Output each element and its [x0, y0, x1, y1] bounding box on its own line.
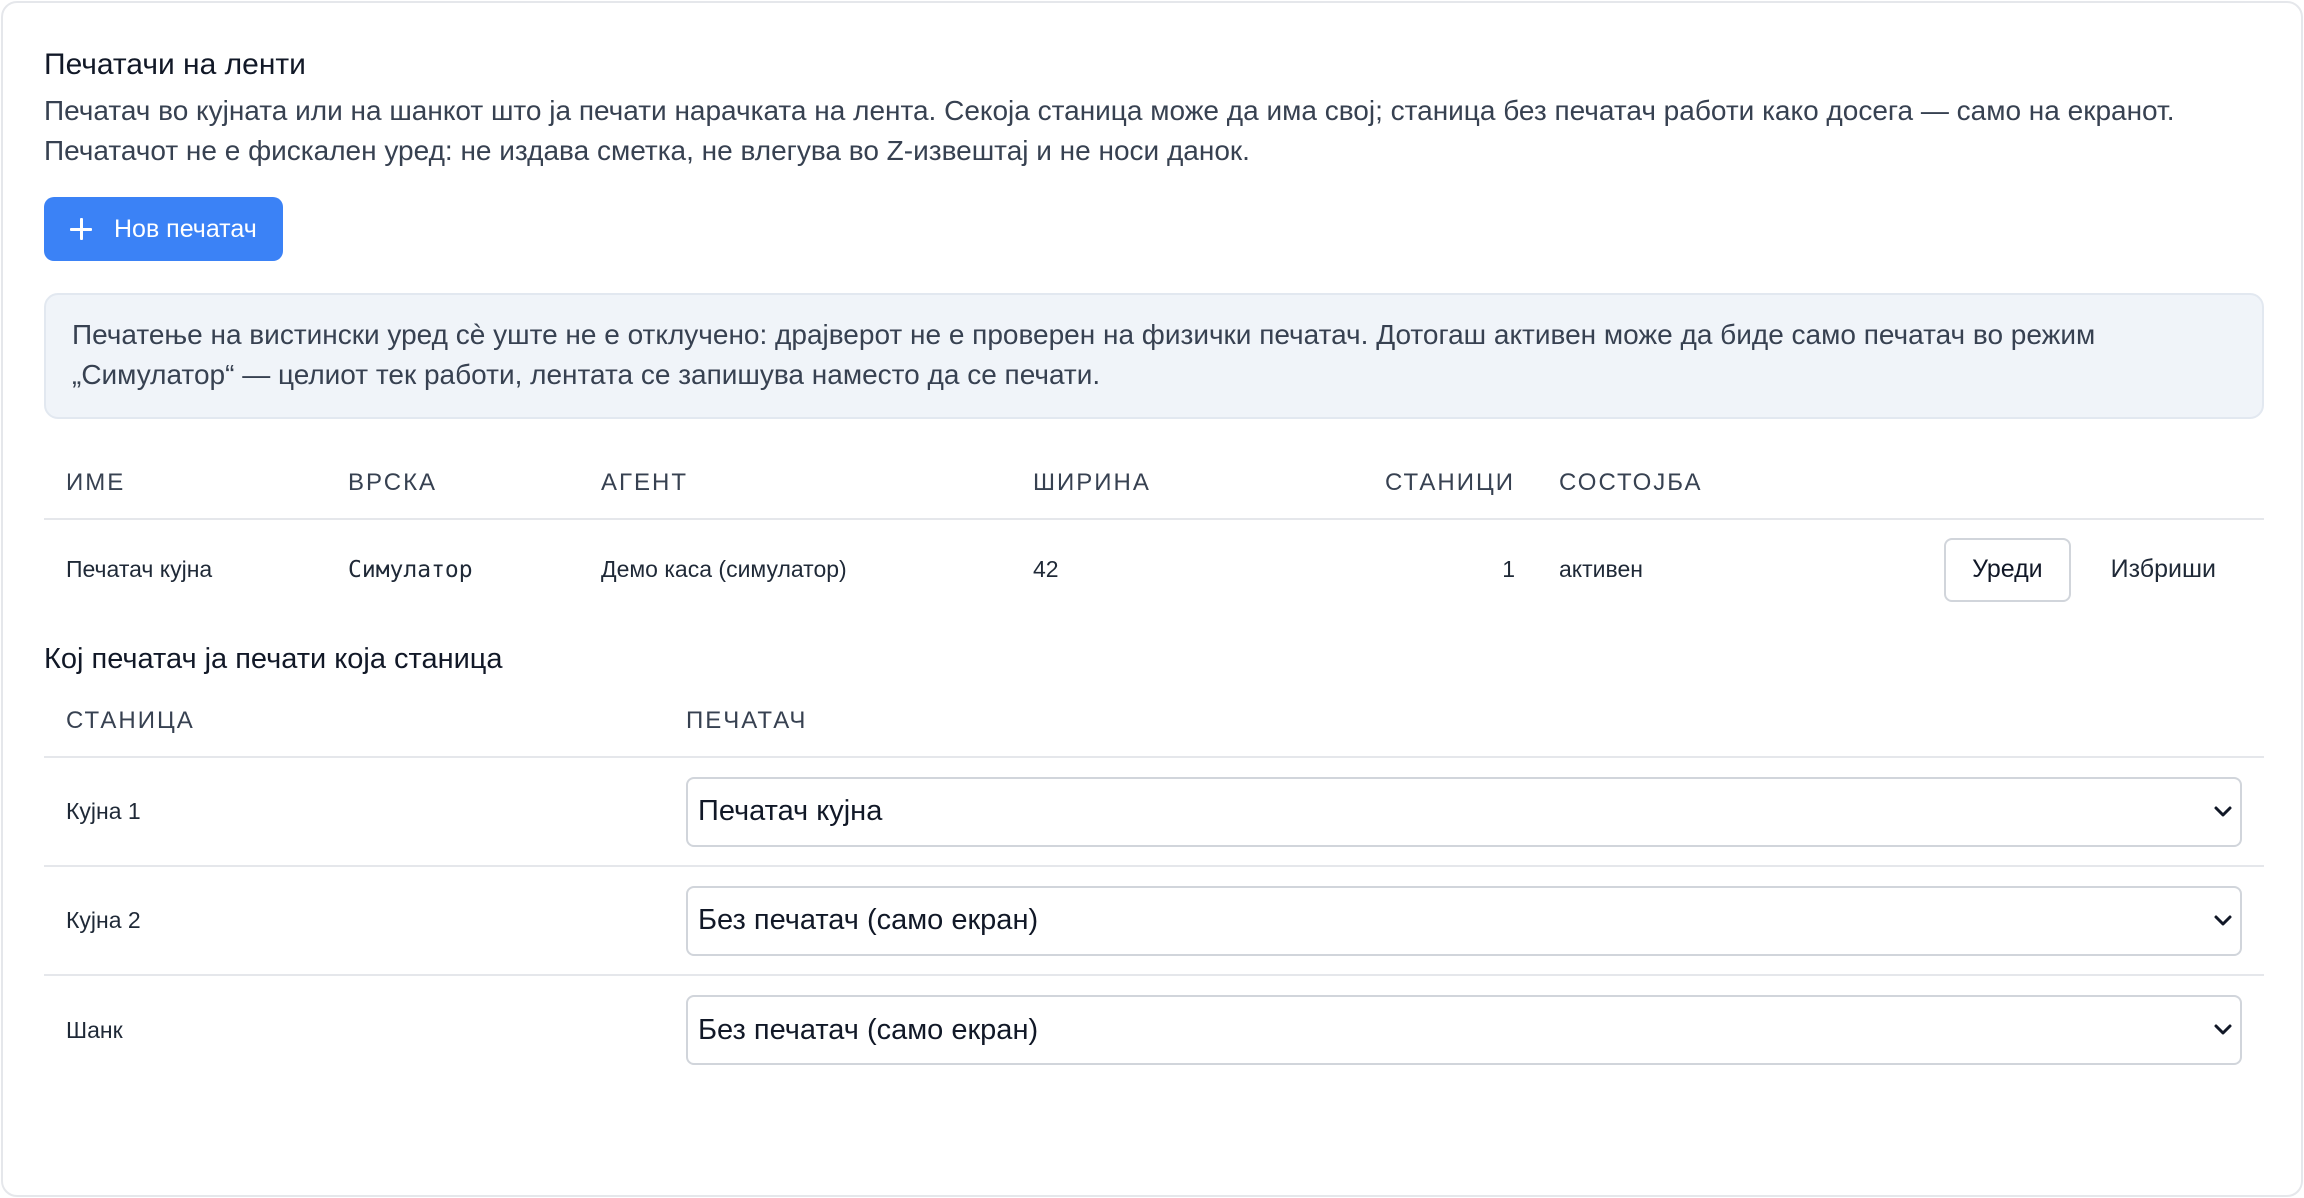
printer-status: активен: [1559, 556, 1643, 582]
table-row: Кујна 1 Печатач кујна: [44, 757, 2264, 867]
section-description: Печатач во кујната или на шанкот што ја …: [44, 91, 2264, 171]
printer-select-value: Печатач кујна: [686, 776, 2242, 847]
new-printer-label: Нов печатач: [114, 214, 257, 243]
new-printer-button[interactable]: Нов печатач: [44, 197, 283, 261]
station-name: Кујна 1: [44, 757, 664, 867]
col-printer: ПЕЧАТАЧ: [664, 685, 2264, 758]
printers-table-header: ИМЕ ВРСКА АГЕНТ ШИРИНА СТАНИЦИ СОСТОЈБА: [44, 447, 2264, 520]
col-station: СТАНИЦА: [44, 685, 664, 758]
plus-icon: [70, 218, 92, 240]
col-status: СОСТОЈБА: [1515, 447, 1705, 520]
printers-section: Печатачи на ленти Печатач во кујната или…: [44, 47, 2264, 1084]
printers-table: ИМЕ ВРСКА АГЕНТ ШИРИНА СТАНИЦИ СОСТОЈБА …: [44, 447, 2264, 619]
col-name: ИМЕ: [44, 447, 326, 520]
table-row: Шанк Без печатач (само екран): [44, 975, 2264, 1084]
printer-width: 42: [1033, 556, 1059, 582]
description-line-1: Печатач во кујната или на шанкот што ја …: [44, 95, 2175, 126]
section-title: Печатачи на ленти: [44, 48, 306, 81]
col-actions: [1705, 447, 2264, 520]
description-line-2: Печатачот не е фискален уред: не издава …: [44, 135, 1250, 166]
chevron-down-icon: [2214, 1024, 2232, 1035]
printer-select-value: Без печатач (само екран): [686, 995, 2242, 1065]
col-width: ШИРИНА: [1011, 447, 1249, 520]
station-name: Шанк: [66, 1016, 123, 1043]
printer-select-value: Без печатач (само екран): [686, 885, 2242, 956]
chevron-down-icon: [2214, 806, 2232, 816]
col-stations: СТАНИЦИ: [1249, 447, 1515, 520]
table-row: Кујна 2 Без печатач (само екран): [44, 866, 2264, 976]
table-row: Печатач кујна Симулатор Демо каса (симул…: [44, 519, 2264, 619]
printer-name: Печатач кујна: [66, 556, 213, 582]
mapping-title: Кој печатач ја печати која станица: [44, 643, 503, 675]
printer-select-shank[interactable]: Без печатач (само екран): [686, 995, 2242, 1065]
printers-card: Печатачи на ленти Печатач во кујната или…: [1, 1, 2303, 1197]
printer-select-kujna-1[interactable]: Печатач кујна: [686, 776, 2242, 847]
station-name: Кујна 2: [44, 866, 664, 976]
edit-button[interactable]: Уреди: [1944, 537, 2071, 602]
printer-stations: 1: [1502, 556, 1515, 582]
printer-select-kujna-2[interactable]: Без печатач (само екран): [686, 885, 2242, 956]
col-connection: ВРСКА: [326, 447, 579, 520]
mapping-table-header: СТАНИЦА ПЕЧАТАЧ: [44, 685, 2264, 758]
delete-button[interactable]: Избриши: [2085, 538, 2242, 602]
station-mapping-table: СТАНИЦА ПЕЧАТАЧ Кујна 1 Печатач кујна Ку…: [44, 685, 2264, 1084]
row-actions: Уреди Избриши: [1705, 519, 2264, 619]
printer-agent: Демо каса (симулатор): [601, 556, 847, 582]
printer-connection: Симулатор: [348, 556, 473, 583]
chevron-down-icon: [2214, 915, 2232, 925]
col-agent: АГЕНТ: [579, 447, 1011, 520]
simulator-notice: Печатење на вистински уред сè уште не е …: [44, 293, 2264, 419]
